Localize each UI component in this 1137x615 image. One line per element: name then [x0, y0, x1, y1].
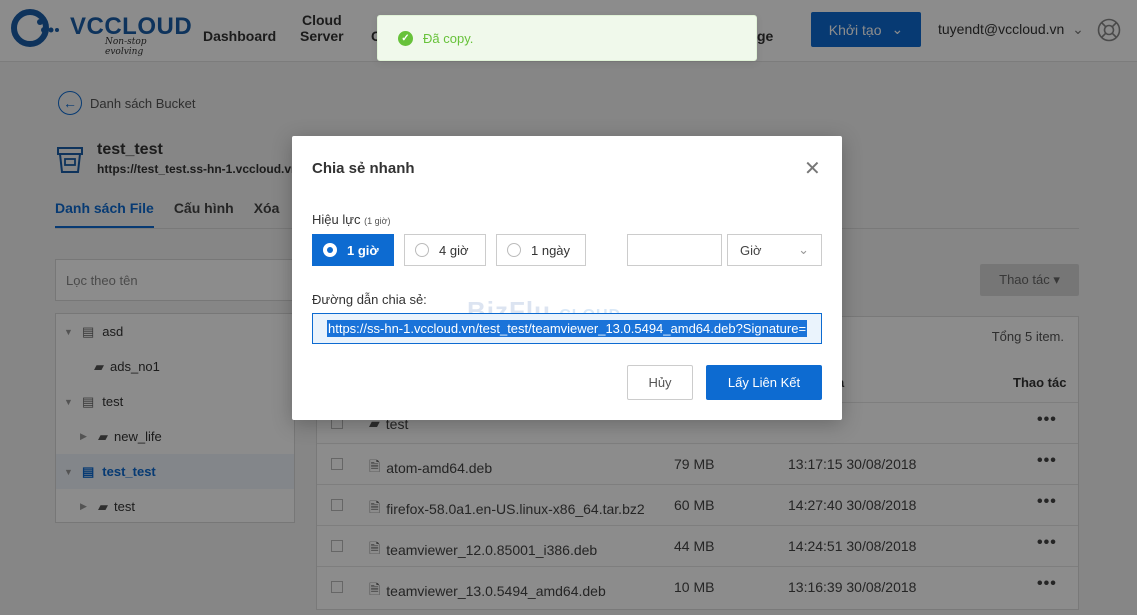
radio-icon [415, 243, 429, 257]
quick-share-dialog: Chia sẻ nhanh ✕ Hiệu lực (1 giờ) 1 giờ 4… [292, 136, 842, 420]
option-1-day[interactable]: 1 ngày [496, 234, 586, 266]
close-icon[interactable]: ✕ [804, 156, 821, 181]
radio-icon [507, 243, 521, 257]
unit-value: Giờ [740, 242, 762, 258]
option-label: 1 giờ [347, 242, 379, 258]
share-link-field[interactable]: https://ss-hn-1.vccloud.vn/test_test/tea… [312, 313, 822, 344]
dialog-title: Chia sẻ nhanh [312, 160, 415, 177]
custom-duration-input[interactable] [627, 234, 722, 266]
option-1-hour[interactable]: 1 giờ [312, 234, 394, 266]
toast-message: Đã copy. [423, 30, 474, 46]
radio-icon [323, 243, 337, 257]
duration-unit-select[interactable]: Giờ ⌄ [727, 234, 822, 266]
option-label: 1 ngày [531, 242, 571, 258]
validity-hint: (1 giờ) [364, 216, 391, 226]
option-4-hours[interactable]: 4 giờ [404, 234, 486, 266]
option-label: 4 giờ [439, 242, 469, 258]
validity-label: Hiệu lực (1 giờ) [312, 212, 391, 227]
chevron-down-icon: ⌄ [798, 242, 809, 257]
check-circle-icon: ✓ [398, 30, 413, 46]
get-link-button[interactable]: Lấy Liên Kết [706, 365, 822, 400]
cancel-button[interactable]: Hủy [627, 365, 693, 400]
copy-success-toast: ✓ Đã copy. [377, 15, 757, 61]
validity-label-text: Hiệu lực [312, 212, 361, 227]
share-link-value[interactable]: https://ss-hn-1.vccloud.vn/test_test/tea… [327, 320, 808, 337]
share-link-label: Đường dẫn chia sẻ: [312, 292, 427, 307]
